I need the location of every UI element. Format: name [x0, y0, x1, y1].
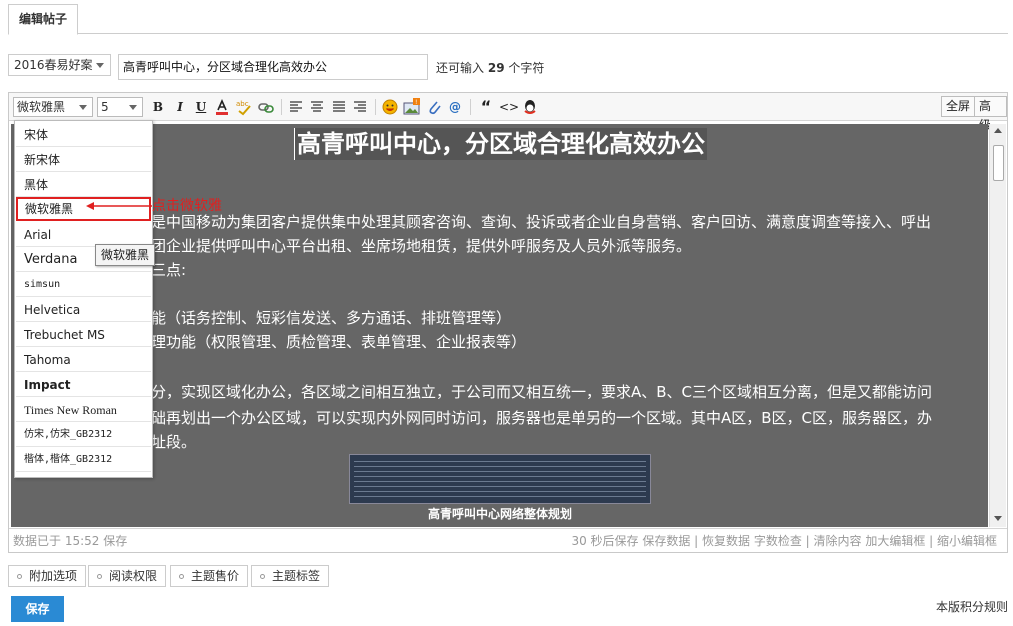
remaining-suffix: 个字符: [508, 61, 545, 75]
editor-content[interactable]: 高青呼叫中心，分区域合理化高效办公 是中国移动为集团客户提供集中处理其顾客咨询、…: [11, 124, 988, 527]
scroll-thumb[interactable]: [993, 145, 1004, 181]
option-price-button[interactable]: 主题售价: [170, 565, 249, 587]
toolbar-divider: [470, 99, 471, 115]
chevron-down-icon: [79, 105, 87, 110]
fullscreen-button[interactable]: 全屏: [941, 96, 976, 117]
mention-icon[interactable]: @: [446, 98, 464, 116]
radio-icon: [97, 574, 102, 579]
link-icon[interactable]: [257, 98, 275, 116]
italic-button[interactable]: I: [171, 98, 189, 116]
chevron-down-icon: [129, 105, 137, 110]
remaining-prefix: 还可输入: [436, 61, 485, 75]
svg-text:abc: abc: [236, 100, 249, 108]
radio-icon: [179, 574, 184, 579]
option-extra-button[interactable]: 附加选项: [8, 565, 87, 587]
align-right-icon[interactable]: [351, 98, 369, 116]
font-family-dropdown: 宋体 新宋体 黑体 微软雅黑 Arial Verdana simsun Helv…: [14, 120, 153, 478]
forum-rules-link[interactable]: 本版积分规则: [936, 598, 1008, 615]
font-option[interactable]: 楷体,楷体_GB2312: [16, 448, 151, 472]
advanced-button[interactable]: 高级: [974, 96, 1007, 132]
tab-edit-post[interactable]: 编辑帖子: [8, 4, 79, 35]
align-justify-icon[interactable]: [330, 98, 348, 116]
align-left-icon[interactable]: [287, 98, 305, 116]
font-size-select[interactable]: 5: [97, 97, 143, 117]
content-line: 三点:: [151, 261, 187, 279]
option-read-permission-button[interactable]: 阅读权限: [88, 565, 167, 587]
editor-status-bar: 数据已于 15:52 保存 30 秒后保存 保存数据 | 恢复数据 字数检查 |…: [9, 528, 1007, 552]
qq-icon[interactable]: [521, 98, 539, 116]
font-option[interactable]: Tahoma: [16, 348, 151, 372]
toolbar-divider: [281, 99, 282, 115]
radio-icon: [17, 574, 22, 579]
option-label: 主题售价: [191, 569, 240, 583]
toolbar-divider: [375, 99, 376, 115]
quote-icon[interactable]: “: [477, 98, 495, 116]
tab-bar: 编辑帖子: [8, 4, 1008, 35]
font-size-value: 5: [101, 100, 109, 114]
attachment-icon[interactable]: [425, 98, 443, 116]
editor-toolbar: 微软雅黑 5 B I U abc ! @ “ <> 全屏 高: [9, 93, 1007, 132]
thread-type-select[interactable]: 2016春易好案: [8, 54, 111, 76]
font-tooltip: 微软雅黑: [95, 244, 156, 266]
content-line: 团企业提供呼叫中心平台出租、坐席场地租赁，提供外呼服务及人员外派等服务。: [151, 237, 692, 255]
option-tags-button[interactable]: 主题标签: [251, 565, 330, 587]
option-label: 附加选项: [29, 569, 78, 583]
scroll-down-icon[interactable]: [994, 516, 1002, 521]
remaining-count: 29: [487, 61, 505, 75]
font-option[interactable]: simsun: [16, 273, 151, 297]
content-line: 址段。: [151, 433, 197, 451]
font-option[interactable]: 宋体: [16, 123, 151, 147]
chevron-down-icon: [96, 63, 104, 68]
bold-button[interactable]: B: [149, 98, 167, 116]
spellcheck-icon[interactable]: abc: [235, 98, 253, 116]
code-icon[interactable]: <>: [499, 98, 519, 116]
font-option[interactable]: 仿宋,仿宋_GB2312: [16, 423, 151, 447]
font-family-select[interactable]: 微软雅黑: [13, 97, 93, 117]
thread-type-value: 2016春易好案: [14, 58, 93, 72]
option-label: 主题标签: [272, 569, 321, 583]
option-label: 阅读权限: [109, 569, 158, 583]
editor: 微软雅黑 5 B I U abc ! @ “ <> 全屏 高 高青呼叫中心，分区…: [8, 92, 1008, 553]
content-line: 分，实现区域化办公，各区域之间相互独立，于公司而又相互统一，要求A、B、C三个区…: [151, 383, 933, 401]
editor-scrollbar[interactable]: [989, 124, 1006, 527]
content-line: 理功能（权限管理、质检管理、表单管理、企业报表等）: [151, 333, 527, 351]
content-heading: 高青呼叫中心，分区域合理化高效办公: [295, 128, 707, 160]
smiley-icon[interactable]: [381, 98, 399, 116]
align-center-icon[interactable]: [308, 98, 326, 116]
save-button[interactable]: 保存: [11, 596, 64, 622]
font-option[interactable]: 新宋体: [16, 148, 151, 172]
font-option[interactable]: 黑体: [16, 173, 151, 197]
underline-button[interactable]: U: [192, 98, 210, 116]
status-actions[interactable]: 30 秒后保存 保存数据 | 恢复数据 字数检查 | 清除内容 加大编辑框 | …: [571, 529, 997, 553]
autosave-status: 数据已于 15:52 保存: [13, 534, 128, 548]
content-line: 能（话务控制、短彩信发送、多方通话、排班管理等）: [151, 309, 512, 327]
scroll-up-icon[interactable]: [994, 128, 1002, 133]
remaining-chars: 还可输入 29 个字符: [436, 59, 544, 76]
annotation-arrow-icon: [86, 202, 152, 210]
image-icon[interactable]: !: [403, 98, 421, 116]
font-color-icon[interactable]: [213, 98, 231, 116]
image-caption: 高青呼叫中心网络整体规划: [427, 507, 572, 521]
font-option[interactable]: Trebuchet MS: [16, 323, 151, 347]
font-option[interactable]: Times New Roman: [16, 398, 151, 422]
content-line: 是中国移动为集团客户提供集中处理其顾客咨询、查询、投诉或者企业自身营销、客户回访…: [151, 213, 932, 231]
network-diagram-image[interactable]: [349, 454, 651, 504]
subject-input[interactable]: 高青呼叫中心，分区域合理化高效办公: [118, 54, 428, 80]
font-option[interactable]: Impact: [16, 373, 151, 397]
radio-icon: [260, 574, 265, 579]
content-line: 础再划出一个办公区域，可以实现内外网同时访问，服务器也是单另的一个区域。其中A区…: [151, 409, 933, 427]
svg-text:!: !: [415, 99, 417, 106]
font-option[interactable]: Helvetica: [16, 298, 151, 322]
annotation-text: 点击微软雅: [152, 198, 222, 214]
font-family-value: 微软雅黑: [17, 100, 66, 114]
